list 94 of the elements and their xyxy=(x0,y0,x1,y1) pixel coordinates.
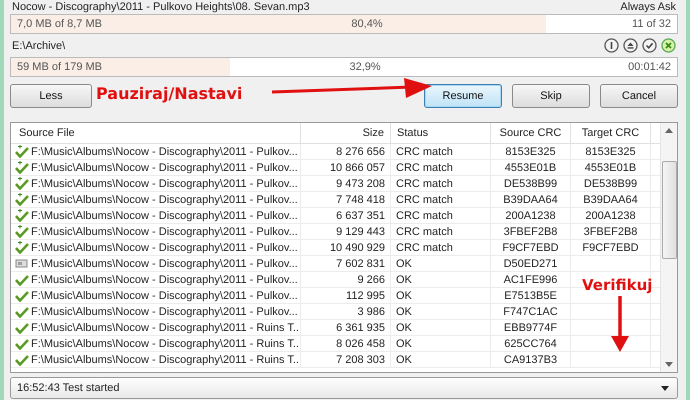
scroll-thumb[interactable] xyxy=(662,161,676,259)
table-cell: 7 602 831 xyxy=(301,256,391,271)
table-cell: OK xyxy=(391,272,491,287)
table-cell: OK xyxy=(391,288,491,303)
file-path: F:\Music\Albums\Nocow - Discography\2011 - Ruins T... xyxy=(31,338,300,350)
column-header[interactable]: Source File xyxy=(11,123,301,143)
progress-percent: 80,4% xyxy=(351,18,383,30)
column-header[interactable]: Target CRC xyxy=(571,123,651,143)
file-path: F:\Music\Albums\Nocow - Discography\2011 - Pulkov... xyxy=(31,210,298,222)
table-cell: 6 637 351 xyxy=(301,208,391,223)
table-cell: DE538B99 xyxy=(571,176,651,191)
table-cell: 625CC764 xyxy=(491,336,571,351)
file-path: F:\Music\Albums\Nocow - Discography\2011 - Pulkov... xyxy=(31,178,298,190)
scroll-up-icon[interactable] xyxy=(665,128,673,133)
skip-button[interactable]: Skip xyxy=(512,84,590,108)
cancel-button[interactable]: Cancel xyxy=(600,84,678,108)
table-cell: DE538B99 xyxy=(491,176,571,191)
table-cell: CA9137B3 xyxy=(491,352,571,367)
progress-size: 59 MB of 179 MB xyxy=(17,61,102,73)
pause-icon[interactable] xyxy=(604,38,619,53)
table-cell: 7 748 418 xyxy=(301,192,391,207)
log-dropdown[interactable]: 16:52:43 Test started xyxy=(10,377,678,399)
eject-icon[interactable] xyxy=(623,38,638,53)
annotation-label: Pauziraj/Nastavi xyxy=(96,84,242,103)
file-path: F:\Music\Albums\Nocow - Discography\2011 - Ruins T... xyxy=(31,322,300,334)
table-cell: 8153E325 xyxy=(491,144,571,159)
scroll-down-icon[interactable] xyxy=(665,362,673,367)
table-cell: 8153E325 xyxy=(571,144,651,159)
file-path: F:\Music\Albums\Nocow - Discography\2011 - Pulkov... xyxy=(31,290,298,302)
table-cell: 4553E01B xyxy=(491,160,571,175)
file-path: F:\Music\Albums\Nocow - Discography\2011 - Pulkov... xyxy=(31,242,298,254)
table-cell: CRC match xyxy=(391,208,491,223)
annotation-arrow xyxy=(610,296,630,352)
table-cell: 200A1238 xyxy=(571,208,651,223)
table-cell: 9 129 443 xyxy=(301,224,391,239)
table-cell: 8 026 458 xyxy=(301,336,391,351)
table-cell: F9CF7EBD xyxy=(491,240,571,255)
table-cell: F747C1AC xyxy=(491,304,571,319)
table-cell: B39DAA64 xyxy=(491,192,571,207)
overwrite-mode: Always Ask xyxy=(620,1,676,13)
table-cell: 3 986 xyxy=(301,304,391,319)
file-path: F:\Music\Albums\Nocow - Discography\2011 - Pulkov... xyxy=(31,162,298,174)
resume-button[interactable]: Resume xyxy=(424,84,502,108)
file-path: F:\Music\Albums\Nocow - Discography\2011 - Pulkov... xyxy=(31,306,298,318)
target-path: E:\Archive\ xyxy=(12,40,66,52)
table-cell: CRC match xyxy=(391,144,491,159)
progress-size: 7,0 MB of 8,7 MB xyxy=(17,18,102,30)
file-path: F:\Music\Albums\Nocow - Discography\2011 - Ruins T... xyxy=(31,354,300,366)
dropdown-arrow-icon[interactable] xyxy=(661,386,669,390)
annotation-label: Verifikuj xyxy=(582,276,652,294)
column-header[interactable]: Source CRC xyxy=(491,123,571,143)
table-cell: CRC match xyxy=(391,224,491,239)
table-cell: 112 995 xyxy=(301,288,391,303)
table-cell: OK xyxy=(391,336,491,351)
table-cell: 8 276 656 xyxy=(301,144,391,159)
table-cell: 4553E01B xyxy=(571,160,651,175)
elapsed-time: 00:01:42 xyxy=(628,61,671,73)
file-count: 11 of 32 xyxy=(632,18,671,30)
table-cell: 9 473 208 xyxy=(301,176,391,191)
table-cell: OK xyxy=(391,304,491,319)
table-cell: AC1FE996 xyxy=(491,272,571,287)
table-cell: 3FBEF2B8 xyxy=(571,224,651,239)
table-cell: D50ED271 xyxy=(491,256,571,271)
file-path: F:\Music\Albums\Nocow - Discography\2011 - Pulkov... xyxy=(31,194,298,206)
table-cell: 200A1238 xyxy=(491,208,571,223)
table-cell: EBB9774F xyxy=(491,320,571,335)
scrollbar[interactable] xyxy=(660,123,677,372)
close-icon[interactable] xyxy=(661,38,676,53)
table-cell: CRC match xyxy=(391,192,491,207)
column-header[interactable]: Size xyxy=(301,123,391,143)
table-cell: 6 361 935 xyxy=(301,320,391,335)
table-cell: OK xyxy=(391,320,491,335)
table-cell: E7513B5E xyxy=(491,288,571,303)
file-path: F:\Music\Albums\Nocow - Discography\2011 - Pulkov... xyxy=(31,146,298,158)
table-cell: 10 490 929 xyxy=(301,240,391,255)
file-path: F:\Music\Albums\Nocow - Discography\2011 - Pulkov... xyxy=(31,226,298,238)
progress-percent: 32,9% xyxy=(349,61,381,73)
table-cell: 7 208 303 xyxy=(301,352,391,367)
column-header[interactable]: Status xyxy=(391,123,491,143)
table-cell: OK xyxy=(391,256,491,271)
current-file-name: Nocow - Discography\2011 - Pulkovo Heights\08. Sevan.mp3 xyxy=(12,1,310,13)
table-cell: 10 866 057 xyxy=(301,160,391,175)
table-cell: CRC match xyxy=(391,160,491,175)
table-cell: F9CF7EBD xyxy=(571,240,651,255)
check-icon[interactable] xyxy=(642,38,657,53)
less-button[interactable]: Less xyxy=(10,84,92,108)
file-path: F:\Music\Albums\Nocow - Discography\2011 - Pulkov... xyxy=(31,258,298,270)
table-cell: 3FBEF2B8 xyxy=(491,224,571,239)
table-cell: B39DAA64 xyxy=(571,192,651,207)
table-cell: CRC match xyxy=(391,176,491,191)
table-cell: OK xyxy=(391,352,491,367)
table-cell: CRC match xyxy=(391,240,491,255)
table-cell: 9 266 xyxy=(301,272,391,287)
file-path: F:\Music\Albums\Nocow - Discography\2011 - Pulkov... xyxy=(31,274,298,286)
